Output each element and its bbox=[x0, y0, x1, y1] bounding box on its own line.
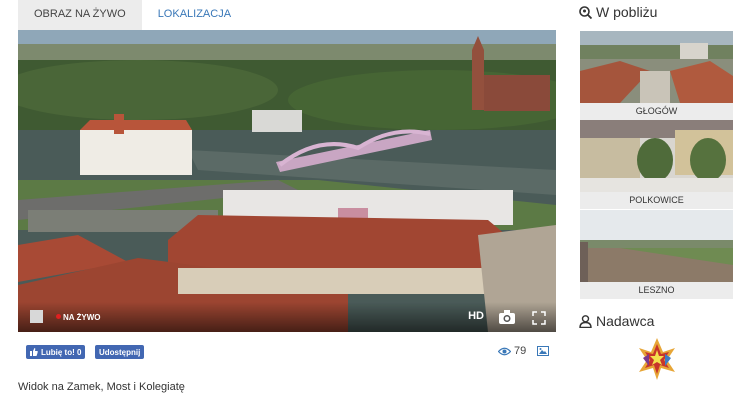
tab-live-view[interactable]: OBRAZ NA ŻYWO bbox=[18, 0, 142, 30]
view-counter: 79 bbox=[498, 345, 526, 357]
cam-label: POLKOWICE bbox=[580, 192, 733, 209]
live-label: NA ŻYWO bbox=[63, 313, 101, 322]
nearby-cam-glogow[interactable]: GŁOGÓW bbox=[580, 31, 733, 120]
stop-button[interactable] bbox=[30, 310, 43, 323]
cam-thumbnail bbox=[580, 120, 733, 192]
cam-thumbnail bbox=[580, 210, 733, 282]
nearby-heading: W pobliżu bbox=[579, 4, 657, 20]
camera-icon[interactable] bbox=[498, 309, 516, 325]
hd-button[interactable]: HD bbox=[468, 310, 484, 322]
tab-bar: OBRAZ NA ŻYWO LOKALIZACJA bbox=[18, 0, 247, 30]
search-location-icon bbox=[579, 5, 592, 19]
broadcaster-heading: Nadawca bbox=[579, 313, 654, 329]
like-label: Lubię to! 0 bbox=[41, 347, 82, 357]
facebook-like-button[interactable]: Lubię to! 0 bbox=[26, 345, 86, 359]
view-count: 79 bbox=[514, 345, 527, 357]
nearby-title: W pobliżu bbox=[596, 4, 658, 20]
image-icon[interactable] bbox=[537, 346, 549, 356]
live-indicator-dot bbox=[56, 314, 61, 319]
cam-label: LESZNO bbox=[580, 282, 733, 299]
cam-label: GŁOGÓW bbox=[580, 103, 733, 120]
tab-location[interactable]: LOKALIZACJA bbox=[142, 0, 247, 30]
facebook-share-button[interactable]: Udostępnij bbox=[95, 345, 145, 359]
webcam-image bbox=[18, 30, 556, 332]
broadcaster-title: Nadawca bbox=[596, 313, 655, 329]
eye-icon bbox=[498, 347, 511, 355]
camera-description: Widok na Zamek, Most i Kolegiatę bbox=[18, 381, 185, 393]
broadcaster-logo[interactable] bbox=[637, 336, 677, 382]
fullscreen-icon[interactable] bbox=[532, 311, 546, 325]
cam-thumbnail bbox=[580, 31, 733, 103]
live-video-player[interactable]: NA ŻYWO HD bbox=[18, 30, 556, 332]
thumbs-up-icon bbox=[30, 348, 38, 356]
nearby-cam-leszno[interactable]: LESZNO bbox=[580, 210, 733, 299]
user-icon bbox=[579, 314, 592, 328]
share-label: Udostępnij bbox=[99, 347, 141, 357]
nearby-cam-polkowice[interactable]: POLKOWICE bbox=[580, 120, 733, 209]
